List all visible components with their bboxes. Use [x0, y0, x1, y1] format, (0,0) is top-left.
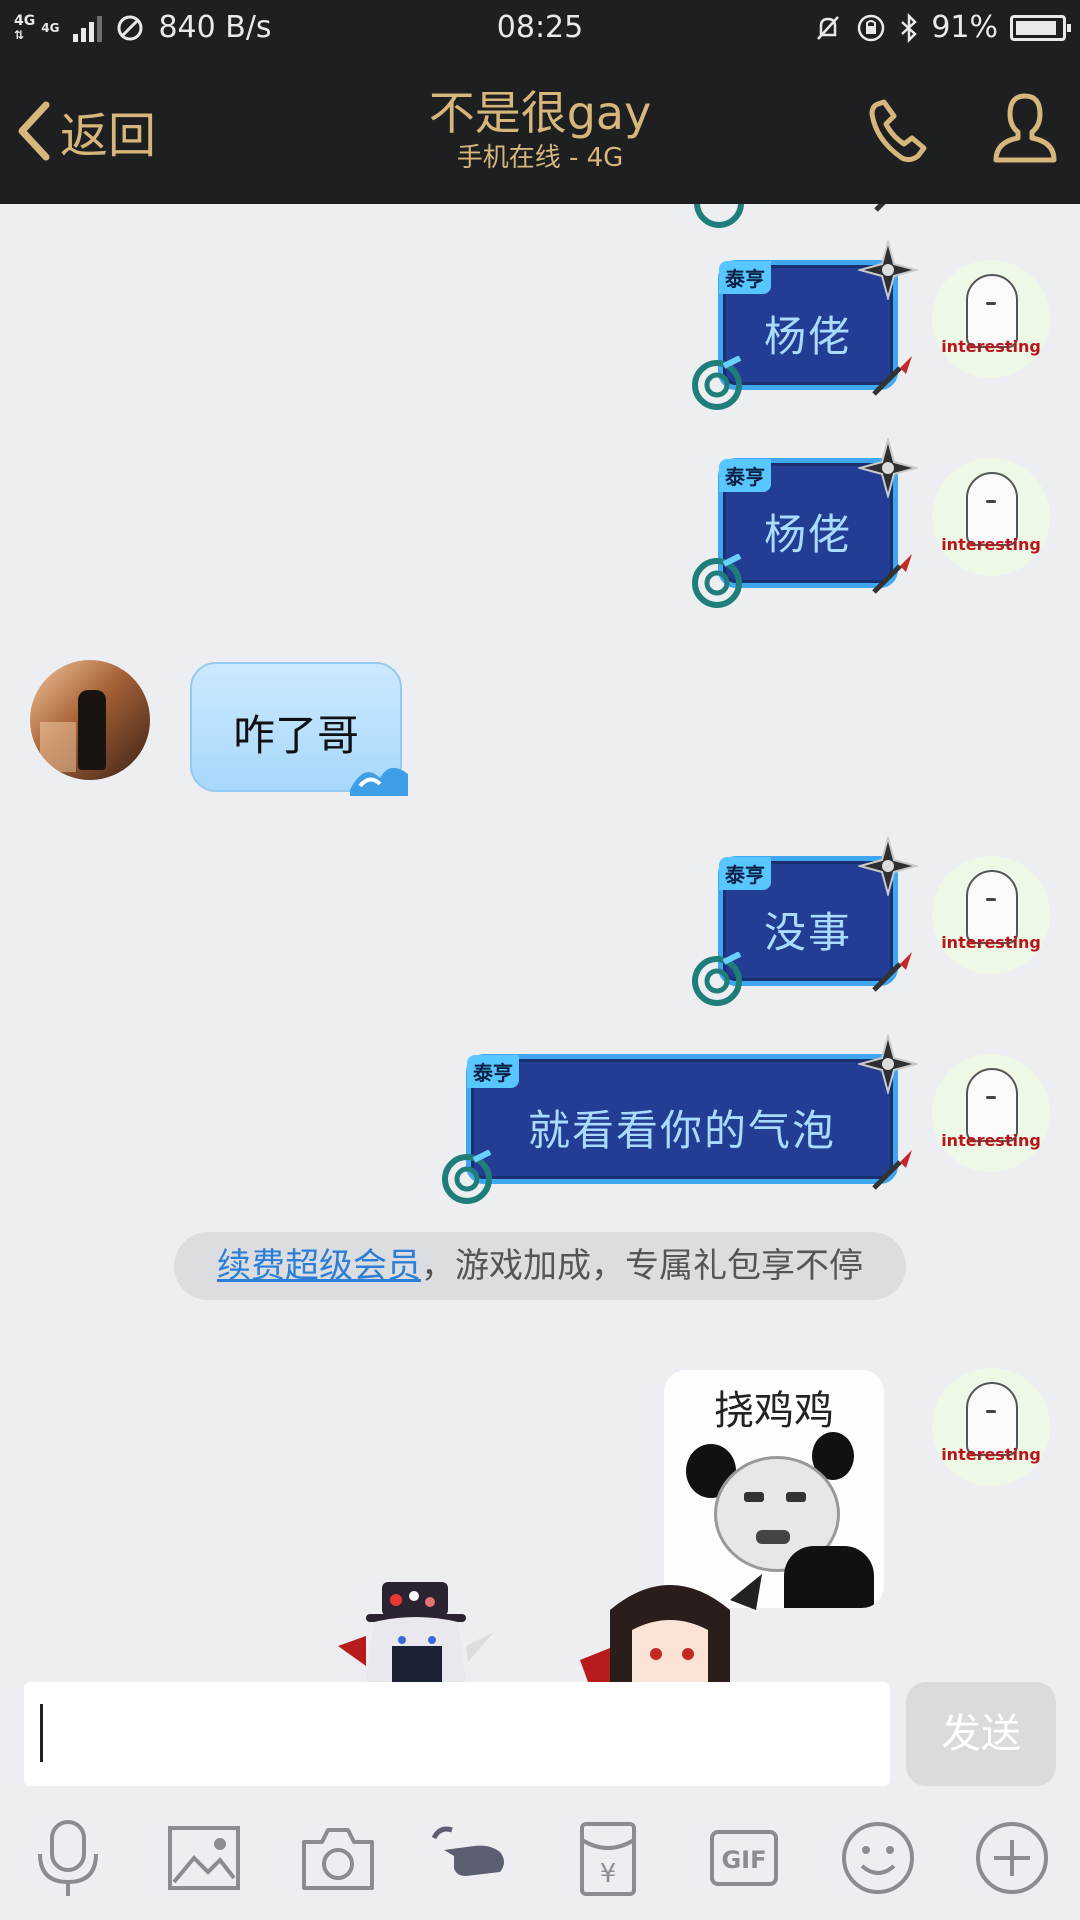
shuriken-icon — [858, 836, 918, 896]
image-icon[interactable] — [164, 1818, 244, 1898]
chibi-character-sticker[interactable] — [580, 1570, 770, 1682]
camera-icon[interactable] — [298, 1818, 378, 1898]
battery-percent: 91% — [931, 10, 998, 45]
avatar-figure — [78, 690, 106, 770]
avatar-caption: interesting — [941, 1131, 1041, 1150]
user-avatar[interactable]: interesting — [932, 856, 1050, 974]
renew-vip-link[interactable]: 续费超级会员 — [217, 1246, 421, 1286]
phone-call-icon[interactable] — [864, 96, 936, 168]
shuriken-icon — [858, 240, 918, 300]
bubble-swirl-icon — [442, 1150, 492, 1204]
rotation-lock-icon — [858, 14, 885, 41]
panda-mouth — [756, 1530, 790, 1544]
user-avatar[interactable]: interesting — [932, 1054, 1050, 1172]
emoji-icon[interactable] — [838, 1818, 918, 1898]
input-toolbar: ¥ GIF — [0, 1806, 1080, 1920]
contact-avatar[interactable] — [30, 660, 150, 780]
panda-eye — [744, 1492, 764, 1502]
avatar-caption: interesting — [941, 1445, 1041, 1464]
message-input[interactable] — [24, 1682, 890, 1786]
bubble-swirl-icon — [692, 554, 742, 608]
notice-text: ，游戏加成，专属礼包享不停 — [421, 1246, 863, 1286]
chat-area[interactable]: 泰亨 杨佬 interesting 泰亨 杨佬 interesting 咋了哥 … — [0, 204, 1080, 1682]
kunai-icon — [872, 952, 912, 992]
system-notice: 续费超级会员，游戏加成，专属礼包享不停 — [174, 1232, 906, 1300]
plus-icon[interactable] — [972, 1818, 1052, 1898]
red-packet-icon[interactable]: ¥ — [568, 1818, 648, 1898]
bell-muted-icon — [817, 15, 840, 40]
bubble-tag: 泰亨 — [719, 261, 771, 294]
user-avatar[interactable]: interesting — [932, 458, 1050, 576]
status-bar: 4G ⇅ 4G 840 B/s 08:25 91% — [0, 0, 1080, 56]
message-bubble[interactable]: 咋了哥 — [190, 662, 408, 796]
bubble-swirl-icon — [694, 204, 744, 228]
battery-icon — [1010, 14, 1071, 41]
gif-icon[interactable]: GIF — [704, 1818, 784, 1898]
bubble-swirl-icon — [692, 356, 742, 410]
clock: 08:25 — [496, 10, 584, 45]
avatar-caption: interesting — [941, 933, 1041, 952]
panda-eye — [786, 1492, 806, 1502]
send-button[interactable]: 发送 — [906, 1682, 1056, 1786]
gif-label: GIF — [721, 1846, 766, 1874]
bubble-tag: 泰亨 — [719, 459, 771, 492]
shuriken-icon — [858, 1034, 918, 1094]
meme-caption: 挠鸡鸡 — [714, 1388, 834, 1434]
user-avatar[interactable]: interesting — [932, 1368, 1050, 1486]
message-text: 就看看你的气泡 — [527, 1106, 836, 1155]
bubble-tag: 泰亨 — [719, 857, 771, 890]
yen-label: ¥ — [600, 1859, 617, 1889]
avatar-caption: interesting — [941, 337, 1041, 356]
panda-body — [784, 1546, 874, 1608]
kunai-icon — [872, 1150, 912, 1190]
user-avatar[interactable]: interesting — [932, 260, 1050, 378]
input-bar: 发送 — [0, 1682, 1080, 1806]
avatar-caption: interesting — [941, 535, 1041, 554]
chibi-character-sticker[interactable] — [336, 1576, 496, 1682]
shuriken-icon — [858, 438, 918, 498]
bubble-tag: 泰亨 — [467, 1055, 519, 1088]
message-bubble[interactable]: 泰亨 就看看你的气泡 — [466, 1054, 898, 1184]
kunai-icon — [874, 204, 886, 212]
bubble-swirl-icon — [692, 952, 742, 1006]
microphone-icon[interactable] — [28, 1818, 108, 1898]
avatar-background — [40, 722, 76, 772]
poke-icon[interactable] — [430, 1818, 510, 1898]
kunai-icon — [872, 554, 912, 594]
profile-icon[interactable] — [990, 90, 1060, 170]
chat-header: 返回 不是很gay 手机在线 - 4G — [0, 56, 1080, 204]
text-caret — [40, 1704, 43, 1762]
kunai-icon — [872, 356, 912, 396]
wave-decoration-icon — [350, 767, 408, 796]
message-text: 咋了哥 — [232, 711, 359, 760]
bluetooth-icon — [901, 12, 918, 43]
